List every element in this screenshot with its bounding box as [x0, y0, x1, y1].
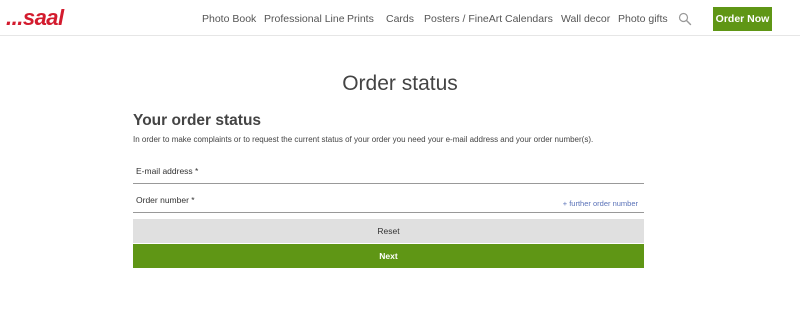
email-input[interactable]: [133, 162, 644, 183]
search-icon[interactable]: [678, 12, 692, 26]
nav-photo-book[interactable]: Photo Book: [202, 13, 256, 25]
section-title: Your order status: [133, 112, 262, 129]
section-description: In order to make complaints or to reques…: [133, 135, 594, 144]
nav-professional-line[interactable]: Professional Line: [264, 13, 345, 25]
next-button[interactable]: Next: [133, 244, 644, 268]
top-header: ...saal Photo Book Professional Line Pri…: [0, 0, 800, 36]
page-title: Order status: [342, 72, 458, 95]
nav-photo-gifts[interactable]: Photo gifts: [618, 13, 668, 25]
nav-prints[interactable]: Prints: [347, 13, 374, 25]
nav-calendars[interactable]: Calendars: [505, 13, 553, 25]
nav-posters-fineart[interactable]: Posters / FineArt: [424, 13, 502, 25]
nav-cards[interactable]: Cards: [386, 13, 414, 25]
nav-wall-decor[interactable]: Wall decor: [561, 13, 610, 25]
saal-logo[interactable]: ...saal: [6, 6, 64, 30]
email-field[interactable]: E-mail address *: [133, 162, 644, 184]
reset-button[interactable]: Reset: [133, 219, 644, 243]
order-number-field[interactable]: Order number * + further order number: [133, 191, 644, 213]
order-now-button[interactable]: Order Now: [713, 7, 772, 31]
further-order-number-link[interactable]: + further order number: [563, 199, 638, 209]
